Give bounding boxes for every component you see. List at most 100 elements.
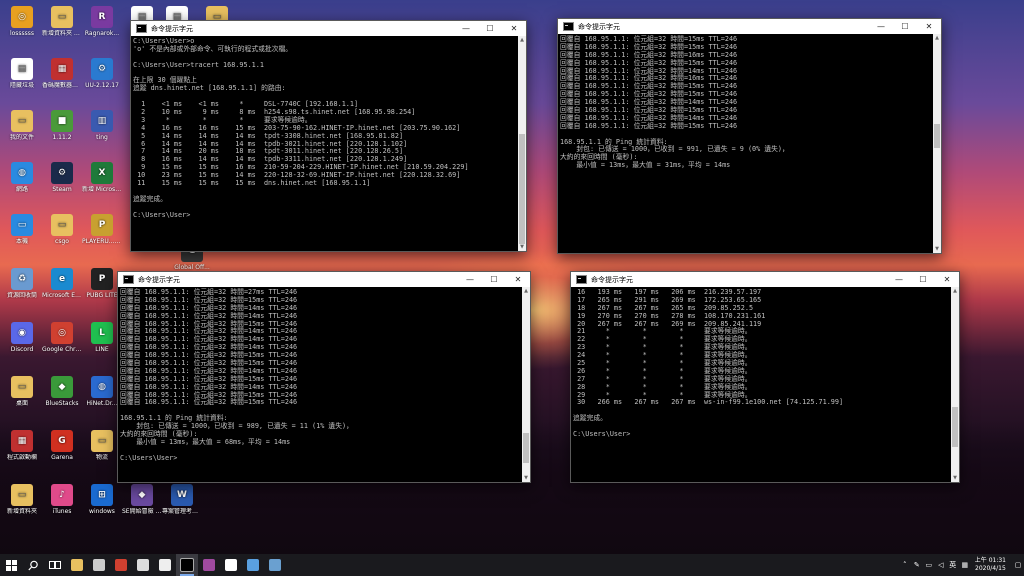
taskbar-app-app-blue[interactable] <box>264 554 286 576</box>
console-output[interactable]: 16 193 ms 197 ms 206 ms 216.239.57.197 1… <box>571 287 951 482</box>
cmd-window-tracert[interactable]: 命令提示字元 — ☐ ✕ C:\Users\User>o'o' 不是內部或外部命… <box>130 20 527 252</box>
desktop-icon-label: PUBG LITE <box>86 292 118 299</box>
scroll-down-arrow[interactable]: ▼ <box>951 474 959 482</box>
desktop-icon[interactable]: ▭ 新增資料夾 (2) <box>42 6 82 37</box>
input-language[interactable]: 英 <box>948 560 958 570</box>
desktop-icon[interactable]: ◎ lossssss <box>2 6 42 37</box>
minimize-button[interactable]: — <box>869 19 893 34</box>
scroll-down-arrow[interactable]: ▼ <box>518 243 526 251</box>
taskbar-app-store[interactable] <box>132 554 154 576</box>
desktop-icon[interactable]: ◍ HiNet.Dr... <box>82 376 122 407</box>
scroll-up-arrow[interactable]: ▲ <box>933 34 941 42</box>
desktop-icon[interactable]: ▦ 程式啟動欄 <box>2 430 42 461</box>
scroll-up-arrow[interactable]: ▲ <box>951 287 959 295</box>
scroll-down-arrow[interactable]: ▼ <box>522 474 530 482</box>
console-output[interactable]: 回覆自 168.95.1.1: 位元組=32 時間=15ms TTL=246 回覆… <box>558 34 933 253</box>
desktop-icon[interactable]: ◎ Google Chrome <box>42 322 82 353</box>
desktop-icon[interactable]: ⊞ windows <box>82 484 122 515</box>
desktop-icon[interactable]: ◆ BlueStacks <box>42 376 82 407</box>
desktop-icon[interactable]: ⚙ Steam <box>42 162 82 193</box>
close-button[interactable]: ✕ <box>506 272 530 287</box>
taskbar-app-settings[interactable] <box>220 554 242 576</box>
desktop-icon-label: Garena <box>51 454 73 461</box>
desktop-icon[interactable]: ◆ SE開始冒險 2.0 <box>122 484 162 515</box>
app-blue-icon <box>269 559 281 571</box>
desktop-icon[interactable]: ■ 1.11.2 <box>42 110 82 141</box>
start-button[interactable] <box>0 554 22 576</box>
desktop-icon[interactable]: X 新增 Microsoft... <box>82 162 122 193</box>
desktop-icon[interactable]: ◍ 網路 <box>2 162 42 193</box>
desktop-icon[interactable]: ♪ iTunes <box>42 484 82 515</box>
chevron-up-icon[interactable]: ˄ <box>900 561 910 569</box>
desktop-icon[interactable]: ▥ ting <box>82 110 122 141</box>
desktop-icon[interactable]: L LINE <box>82 322 122 353</box>
desktop-icon[interactable]: ▭ 我的文件 <box>2 110 42 141</box>
desktop-icon[interactable]: ▤ 隱藏垃圾 <box>2 58 42 89</box>
desktop-icon[interactable]: W 專案管理考試 題庫2 <box>162 484 202 515</box>
desktop-icon[interactable]: e Microsoft Edge <box>42 268 82 299</box>
scrollbar[interactable]: ▲ ▼ <box>522 287 530 482</box>
close-button[interactable]: ✕ <box>502 21 526 36</box>
clock[interactable]: 上午 01:31 2020/4/15 <box>975 557 1006 573</box>
desktop-icon[interactable]: ▭ 桌面 <box>2 376 42 407</box>
desktop-icon[interactable]: ▭ csgo <box>42 214 82 245</box>
scroll-thumb[interactable] <box>934 124 940 148</box>
desktop-app-icon: P <box>91 214 113 236</box>
title-bar[interactable]: 命令提示字元 — ☐ ✕ <box>571 272 959 287</box>
maximize-button[interactable]: ☐ <box>911 272 935 287</box>
minimize-button[interactable]: — <box>458 272 482 287</box>
search-button[interactable] <box>22 554 44 576</box>
scroll-thumb[interactable] <box>519 134 525 244</box>
scroll-up-arrow[interactable]: ▲ <box>518 36 526 44</box>
desktop-icon[interactable]: ▦ 香碼魔數器RGB <box>42 58 82 89</box>
taskbar-app-mail[interactable] <box>242 554 264 576</box>
desktop-icon[interactable]: ♻ 資源回收筒 <box>2 268 42 299</box>
console-line: 回覆自 168.95.1.1: 位元組=32 時間=15ms TTL=246 <box>560 121 738 130</box>
network-icon[interactable]: ▭ <box>924 561 934 569</box>
desktop-icon[interactable]: P PUBG LITE <box>82 268 122 299</box>
scroll-thumb[interactable] <box>523 433 529 463</box>
ime-icon[interactable]: ▦ <box>960 561 970 569</box>
maximize-button[interactable]: ☐ <box>482 272 506 287</box>
pen-icon[interactable]: ✎ <box>912 561 922 569</box>
scrollbar[interactable]: ▲ ▼ <box>518 36 526 251</box>
desktop-icon[interactable]: G Garena <box>42 430 82 461</box>
maximize-button[interactable]: ☐ <box>893 19 917 34</box>
taskbar-app-shield[interactable] <box>154 554 176 576</box>
desktop-icon[interactable]: R Ragnarok... <box>82 6 122 37</box>
scrollbar[interactable]: ▲ ▼ <box>951 287 959 482</box>
taskbar-app-wechat[interactable] <box>88 554 110 576</box>
desktop-app-icon: ▭ <box>91 430 113 452</box>
taskbar-app-app-rgb[interactable] <box>198 554 220 576</box>
desktop-icon[interactable]: ◉ Discord <box>2 322 42 353</box>
cmd-window-tracert-2[interactable]: 命令提示字元 — ☐ ✕ 16 193 ms 197 ms 206 ms 216… <box>570 271 960 483</box>
title-bar[interactable]: 命令提示字元 — ☐ ✕ <box>131 21 526 36</box>
console-output[interactable]: 回覆自 168.95.1.1: 位元組=32 時間=27ms TTL=246 回覆… <box>118 287 522 482</box>
minimize-button[interactable]: — <box>887 272 911 287</box>
task-view-button[interactable] <box>44 554 66 576</box>
maximize-button[interactable]: ☐ <box>478 21 502 36</box>
notification-icon[interactable]: ▢ <box>1013 561 1023 569</box>
minimize-button[interactable]: — <box>454 21 478 36</box>
cmd-window-ping-1[interactable]: 命令提示字元 — ☐ ✕ 回覆自 168.95.1.1: 位元組=32 時間=1… <box>557 18 942 254</box>
title-bar[interactable]: 命令提示字元 — ☐ ✕ <box>118 272 530 287</box>
scroll-thumb[interactable] <box>952 407 958 447</box>
scroll-down-arrow[interactable]: ▼ <box>933 245 941 253</box>
desktop-icon[interactable]: ⚙ UU-2.12.17 <box>82 58 122 89</box>
scrollbar[interactable]: ▲ ▼ <box>933 34 941 253</box>
taskbar-app-cmd[interactable] <box>176 554 198 576</box>
desktop-icon[interactable]: ▭ 新增資料夾 <box>2 484 42 515</box>
desktop-icon[interactable]: ▭ 物流 <box>82 430 122 461</box>
desktop-icon[interactable]: ▭ 本機 <box>2 214 42 245</box>
desktop-icon[interactable]: P PLAYERU... BATTLEGR... <box>82 214 122 245</box>
close-button[interactable]: ✕ <box>917 19 941 34</box>
title-bar[interactable]: 命令提示字元 — ☐ ✕ <box>558 19 941 34</box>
console-line: 追蹤完成。 <box>573 414 607 423</box>
scroll-up-arrow[interactable]: ▲ <box>522 287 530 295</box>
volume-icon[interactable]: ◁ <box>936 561 946 569</box>
console-output[interactable]: C:\Users\User>o'o' 不是內部或外部命令、可執行的程式或批次檔。… <box>131 36 518 251</box>
close-button[interactable]: ✕ <box>935 272 959 287</box>
taskbar-app-chrome[interactable] <box>110 554 132 576</box>
cmd-window-ping-2[interactable]: 命令提示字元 — ☐ ✕ 回覆自 168.95.1.1: 位元組=32 時間=2… <box>117 271 531 483</box>
taskbar-app-file-explorer[interactable] <box>66 554 88 576</box>
